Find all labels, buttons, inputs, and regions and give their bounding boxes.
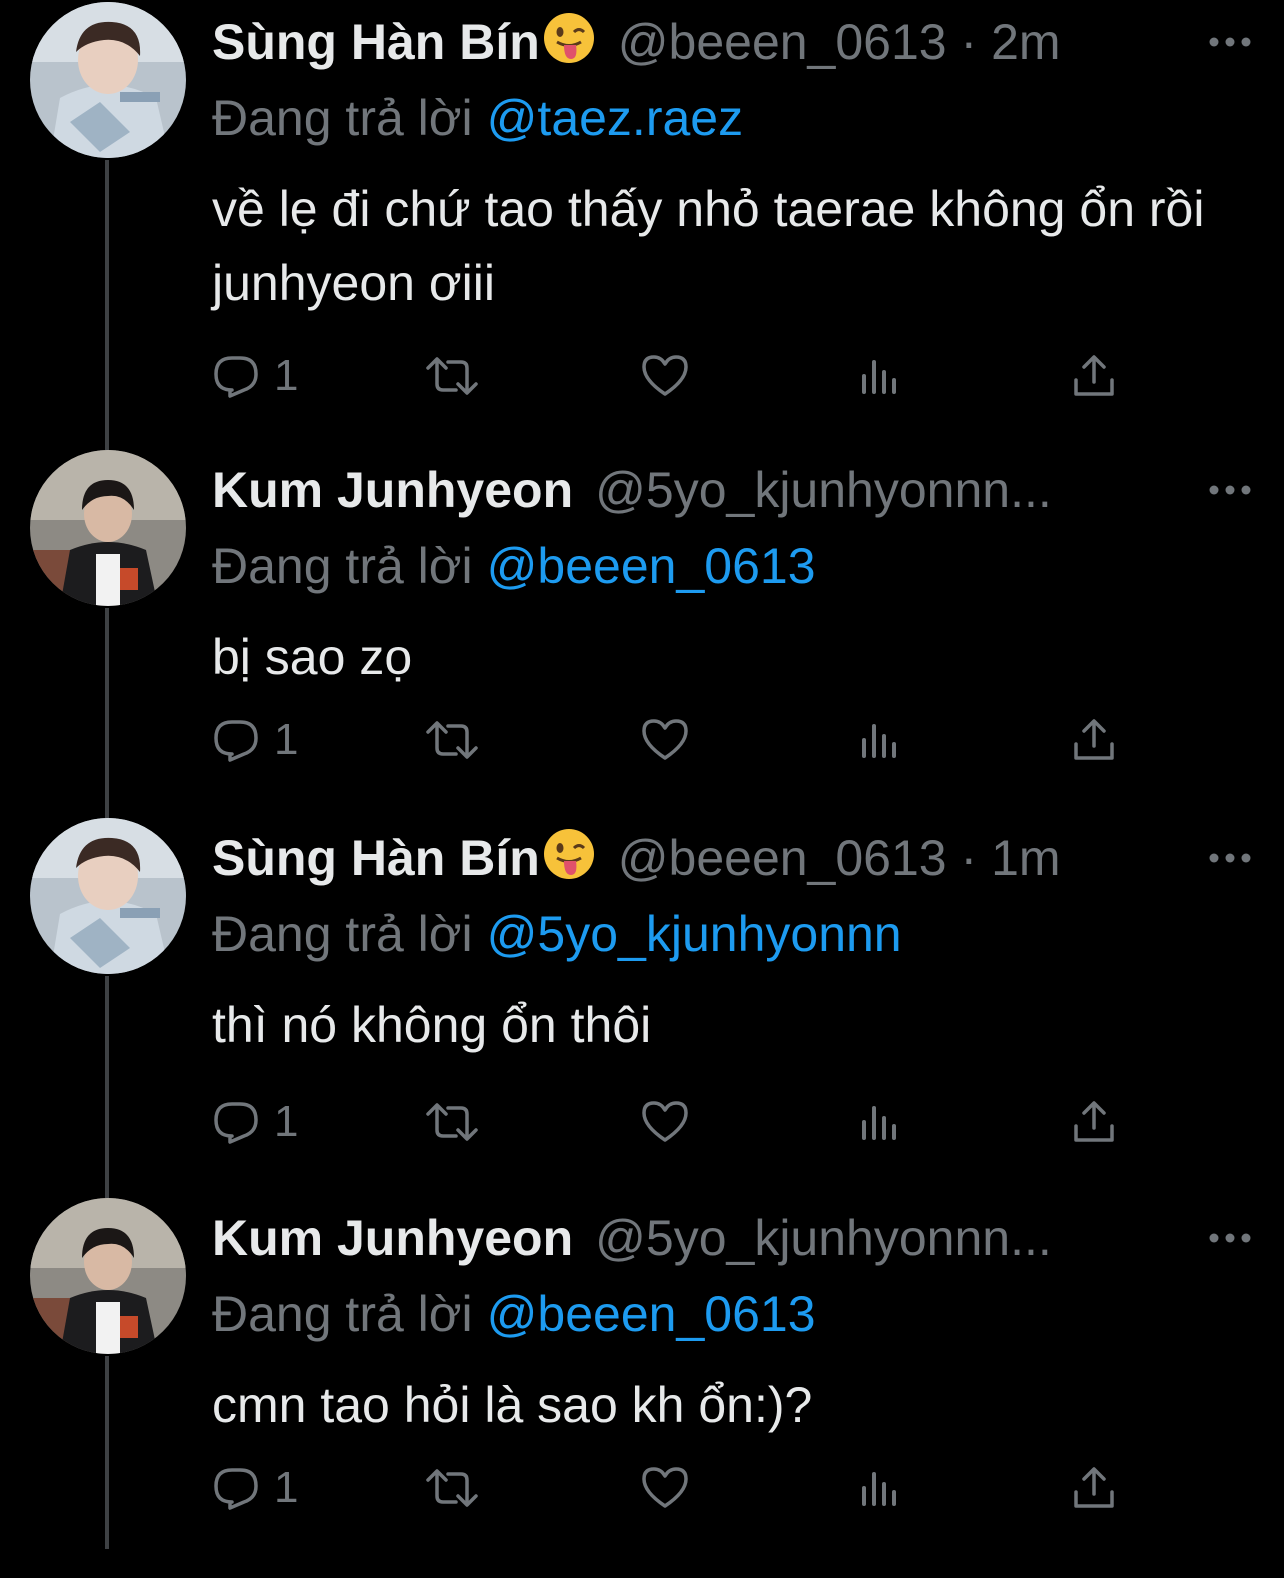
more-options-icon[interactable] — [1208, 484, 1252, 496]
avatar-photo — [30, 450, 186, 606]
tweet-text: về lẹ đi chứ tao thấy nhỏ taerae không ổ… — [212, 181, 1205, 311]
views-icon — [862, 360, 896, 394]
tweet-header: Kum Junhyeon @5yo_kjunhyonnn... — [212, 1206, 1252, 1270]
heart-icon — [642, 1101, 688, 1142]
reply-button[interactable]: 1 — [212, 1460, 298, 1516]
heart-icon — [642, 355, 688, 396]
tweet[interactable]: Kum Junhyeon @5yo_kjunhyonnn... Đang trả … — [0, 1198, 1284, 1578]
more-options-icon[interactable] — [1208, 852, 1252, 864]
share-icon — [1074, 1101, 1114, 1142]
reply-count: 1 — [274, 1097, 299, 1146]
avatar-photo — [30, 1198, 186, 1354]
more-options-icon[interactable] — [1208, 1232, 1252, 1244]
like-button[interactable] — [640, 712, 690, 768]
avatar[interactable] — [30, 450, 186, 606]
share-button[interactable] — [1072, 348, 1116, 404]
user-handle[interactable]: @5yo_kjunhyonnn... — [595, 462, 1052, 518]
views-icon — [862, 1106, 896, 1140]
retweet-icon — [426, 1103, 478, 1141]
views-button[interactable] — [860, 348, 902, 404]
tweet[interactable]: Sùng Hàn Bín @beeen_0613 · 2m Đang trả lờ… — [0, 2, 1284, 400]
share-icon — [1074, 355, 1114, 396]
replying-to: Đang trả lời @5yo_kjunhyonnn — [212, 902, 902, 966]
reply-button[interactable]: 1 — [212, 1094, 298, 1150]
avatar[interactable] — [30, 818, 186, 974]
avatar-photo — [30, 2, 186, 158]
user-handle[interactable]: @5yo_kjunhyonnn... — [595, 1210, 1052, 1266]
retweet-icon — [426, 357, 478, 395]
display-name[interactable]: Sùng Hàn Bín — [212, 830, 540, 886]
reply-icon — [214, 1102, 258, 1144]
avatar[interactable] — [30, 2, 186, 158]
share-button[interactable] — [1072, 1460, 1116, 1516]
action-bar: 1 — [212, 1460, 1132, 1516]
replying-to: Đang trả lời @beeen_0613 — [212, 1282, 816, 1346]
tweet-header: Kum Junhyeon @5yo_kjunhyonnn... — [212, 458, 1252, 522]
display-name[interactable]: Sùng Hàn Bín — [212, 14, 540, 70]
user-handle[interactable]: @beeen_0613 — [618, 14, 947, 70]
views-button[interactable] — [860, 1460, 902, 1516]
tweet[interactable]: Kum Junhyeon @5yo_kjunhyonnn... Đang trả … — [0, 450, 1284, 830]
avatar[interactable] — [30, 1198, 186, 1354]
replying-to: Đang trả lời @beeen_0613 — [212, 534, 816, 598]
user-handle[interactable]: @beeen_0613 — [618, 830, 947, 886]
display-name[interactable]: Kum Junhyeon — [212, 462, 573, 518]
action-bar: 1 — [212, 348, 1132, 404]
share-button[interactable] — [1072, 1094, 1116, 1150]
replying-to-label: Đang trả lời — [212, 90, 473, 146]
retweet-button[interactable] — [424, 1094, 480, 1150]
like-button[interactable] — [640, 348, 690, 404]
face-with-tongue-icon — [543, 829, 594, 879]
like-button[interactable] — [640, 1094, 690, 1150]
heart-icon — [642, 719, 688, 760]
reply-button[interactable]: 1 — [212, 712, 298, 768]
replying-to: Đang trả lời @taez.raez — [212, 86, 743, 150]
tweet[interactable]: Sùng Hàn Bín @beeen_0613 · 1m Đang trả lờ… — [0, 818, 1284, 1198]
retweet-button[interactable] — [424, 348, 480, 404]
share-button[interactable] — [1072, 712, 1116, 768]
reply-count: 1 — [274, 351, 299, 400]
action-bar: 1 — [212, 712, 1132, 768]
tweet-text: thì nó không ổn thôi — [212, 997, 652, 1053]
views-icon — [862, 1472, 896, 1506]
tweet-header: Sùng Hàn Bín @beeen_0613 · 1m — [212, 826, 1252, 890]
more-options-icon[interactable] — [1208, 36, 1252, 48]
reply-icon — [214, 356, 258, 398]
timestamp[interactable]: 2m — [991, 14, 1060, 70]
views-button[interactable] — [860, 1094, 902, 1150]
reply-icon — [214, 720, 258, 762]
share-icon — [1074, 1467, 1114, 1508]
views-icon — [862, 724, 896, 758]
retweet-icon — [426, 721, 478, 759]
mention-link[interactable]: @5yo_kjunhyonnn — [487, 906, 902, 962]
retweet-button[interactable] — [424, 712, 480, 768]
action-bar: 1 — [212, 1094, 1132, 1150]
tweet-header: Sùng Hàn Bín @beeen_0613 · 2m — [212, 10, 1252, 74]
replying-to-label: Đang trả lời — [212, 1286, 473, 1342]
mention-link[interactable]: @beeen_0613 — [487, 1286, 816, 1342]
like-button[interactable] — [640, 1460, 690, 1516]
views-button[interactable] — [860, 712, 902, 768]
reply-count: 1 — [274, 1463, 299, 1512]
share-icon — [1074, 719, 1114, 760]
mention-link[interactable]: @taez.raez — [487, 90, 743, 146]
timestamp[interactable]: 1m — [991, 830, 1060, 886]
separator-dot: · — [960, 830, 978, 886]
display-name[interactable]: Kum Junhyeon — [212, 1210, 573, 1266]
separator-dot: · — [960, 14, 978, 70]
avatar-photo — [30, 818, 186, 974]
replying-to-label: Đang trả lời — [212, 538, 473, 594]
reply-button[interactable]: 1 — [212, 348, 298, 404]
replying-to-label: Đang trả lời — [212, 906, 473, 962]
tweet-text: bị sao zọ — [212, 629, 413, 685]
retweet-button[interactable] — [424, 1460, 480, 1516]
reply-count: 1 — [274, 715, 299, 764]
mention-link[interactable]: @beeen_0613 — [487, 538, 816, 594]
reply-icon — [214, 1468, 258, 1510]
face-with-tongue-icon — [543, 13, 594, 63]
heart-icon — [642, 1467, 688, 1508]
retweet-icon — [426, 1469, 478, 1507]
tweet-text: cmn tao hỏi là sao kh ổn:)? — [212, 1377, 813, 1433]
